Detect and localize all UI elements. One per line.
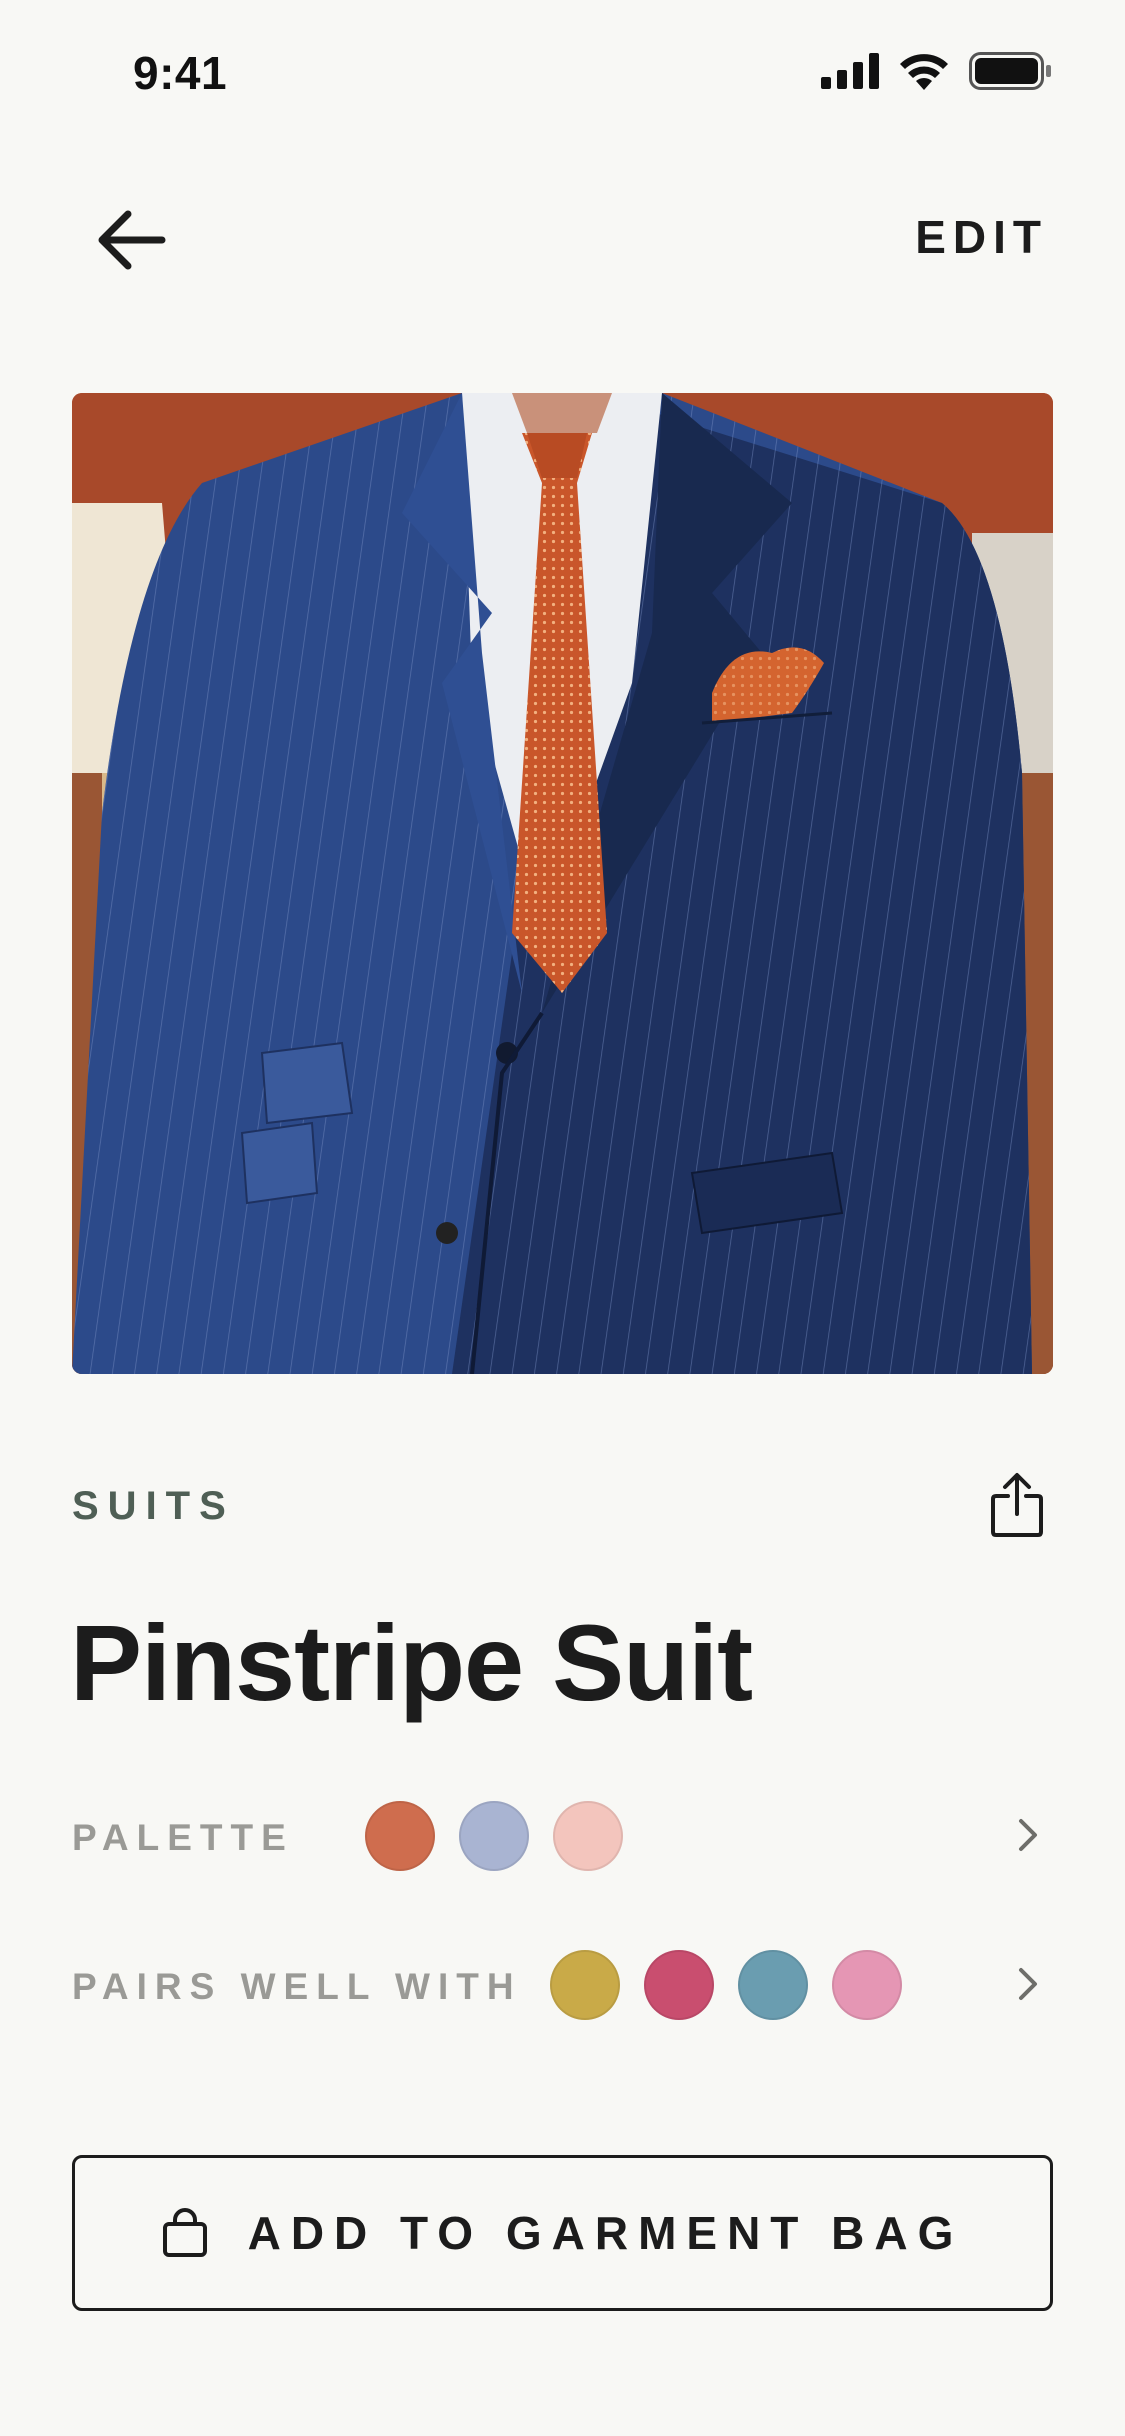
palette-label: PALETTE	[72, 1817, 294, 1858]
product-image	[72, 393, 1053, 1374]
add-to-garment-bag-label: ADD TO GARMENT BAG	[247, 2207, 964, 2259]
pairs-well-with-label: PAIRS WELL WITH	[72, 1966, 522, 2007]
pairs-well-with-row[interactable]: PAIRS WELL WITH	[72, 1946, 1053, 2026]
chevron-right-icon	[1019, 1819, 1037, 1851]
battery-icon	[969, 52, 1051, 90]
palette-row[interactable]: PALETTE	[72, 1797, 1053, 1877]
product-title: Pinstripe Suit	[70, 1602, 753, 1723]
pairs-swatches	[550, 1950, 902, 2020]
signal-icon	[821, 53, 879, 89]
shopping-bag-icon	[162, 2208, 207, 2257]
pairs-swatch	[738, 1950, 808, 2020]
share-icon	[991, 1473, 1043, 1537]
top-nav: EDIT	[0, 190, 1125, 290]
back-button[interactable]	[90, 200, 170, 280]
pairs-swatch	[644, 1950, 714, 2020]
category-label: SUITS	[72, 1484, 235, 1528]
palette-swatch	[365, 1801, 435, 1871]
status-time: 9:41	[133, 47, 228, 99]
pairs-swatch	[550, 1950, 620, 2020]
status-icons	[821, 52, 1051, 90]
share-button[interactable]	[988, 1472, 1046, 1538]
chevron-right-icon	[1019, 1968, 1037, 2000]
back-arrow-icon	[98, 210, 166, 270]
palette-swatch	[459, 1801, 529, 1871]
pairs-swatch	[832, 1950, 902, 2020]
edit-button[interactable]: EDIT	[915, 210, 1048, 264]
wifi-icon	[900, 54, 948, 90]
palette-swatches	[365, 1801, 623, 1871]
add-to-garment-bag-button[interactable]: ADD TO GARMENT BAG	[72, 2155, 1053, 2311]
palette-swatch	[553, 1801, 623, 1871]
status-bar: 9:41	[0, 0, 1125, 150]
